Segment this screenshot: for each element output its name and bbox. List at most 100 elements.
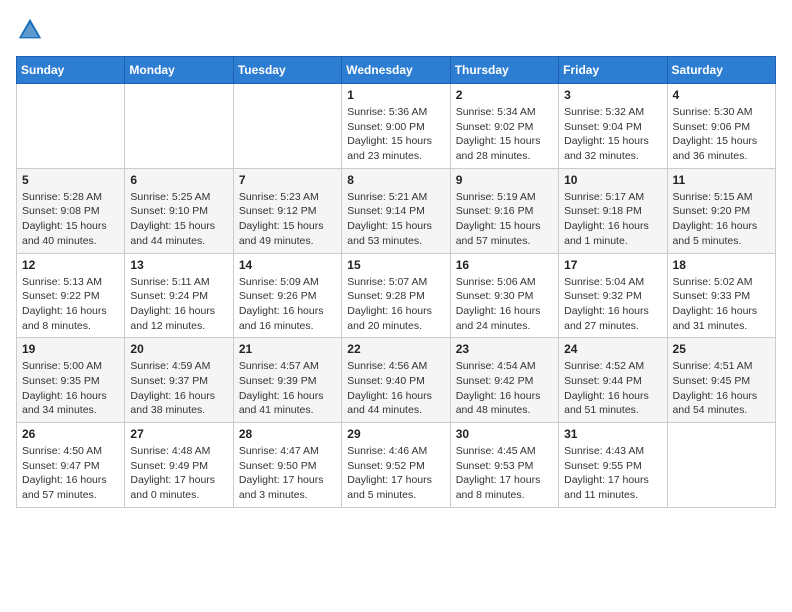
weekday-header: Tuesday [233, 57, 341, 84]
day-number: 5 [22, 173, 119, 187]
day-number: 11 [673, 173, 770, 187]
weekday-row: SundayMondayTuesdayWednesdayThursdayFrid… [17, 57, 776, 84]
weekday-header: Wednesday [342, 57, 450, 84]
day-number: 30 [456, 427, 553, 441]
calendar-cell: 25 Sunrise: 4:51 AMSunset: 9:45 PMDayligh… [667, 338, 775, 423]
day-info: Sunrise: 4:47 AMSunset: 9:50 PMDaylight:… [239, 444, 336, 503]
weekday-header: Friday [559, 57, 667, 84]
day-number: 17 [564, 258, 661, 272]
calendar: SundayMondayTuesdayWednesdayThursdayFrid… [16, 56, 776, 508]
day-number: 13 [130, 258, 227, 272]
day-info: Sunrise: 5:11 AMSunset: 9:24 PMDaylight:… [130, 275, 227, 334]
calendar-cell: 12 Sunrise: 5:13 AMSunset: 9:22 PMDayligh… [17, 253, 125, 338]
calendar-cell: 19Sunrise: 5:00 AMSunset: 9:35 PMDayligh… [17, 338, 125, 423]
day-number: 25 [673, 342, 770, 356]
day-number: 15 [347, 258, 444, 272]
calendar-cell: 7Sunrise: 5:23 AMSunset: 9:12 PMDaylight… [233, 168, 341, 253]
calendar-cell: 2 Sunrise: 5:34 AMSunset: 9:02 PMDaylight… [450, 84, 558, 169]
day-number: 16 [456, 258, 553, 272]
calendar-week-row: 1 Sunrise: 5:36 AMSunset: 9:00 PMDaylight… [17, 84, 776, 169]
calendar-header: SundayMondayTuesdayWednesdayThursdayFrid… [17, 57, 776, 84]
day-number: 1 [347, 88, 444, 102]
calendar-cell: 9 Sunrise: 5:19 AMSunset: 9:16 PMDaylight… [450, 168, 558, 253]
calendar-cell: 29 Sunrise: 4:46 AMSunset: 9:52 PMDayligh… [342, 423, 450, 508]
day-info: Sunrise: 5:30 AMSunset: 9:06 PMDaylight:… [673, 105, 770, 164]
calendar-cell: 11 Sunrise: 5:15 AMSunset: 9:20 PMDayligh… [667, 168, 775, 253]
day-number: 14 [239, 258, 336, 272]
day-info: Sunrise: 4:43 AMSunset: 9:55 PMDaylight:… [564, 444, 661, 503]
page-header [16, 16, 776, 44]
calendar-cell [667, 423, 775, 508]
day-number: 3 [564, 88, 661, 102]
day-number: 8 [347, 173, 444, 187]
day-number: 24 [564, 342, 661, 356]
calendar-cell [233, 84, 341, 169]
day-number: 28 [239, 427, 336, 441]
day-number: 19 [22, 342, 119, 356]
day-info: Sunrise: 4:56 AMSunset: 9:40 PMDaylight:… [347, 359, 444, 418]
day-info: Sunrise: 4:57 AMSunset: 9:39 PMDaylight:… [239, 359, 336, 418]
calendar-cell: 15 Sunrise: 5:07 AMSunset: 9:28 PMDayligh… [342, 253, 450, 338]
day-info: Sunrise: 5:19 AMSunset: 9:16 PMDaylight:… [456, 190, 553, 249]
calendar-body: 1 Sunrise: 5:36 AMSunset: 9:00 PMDaylight… [17, 84, 776, 508]
calendar-cell: 14 Sunrise: 5:09 AMSunset: 9:26 PMDayligh… [233, 253, 341, 338]
day-info: Sunrise: 4:46 AMSunset: 9:52 PMDaylight:… [347, 444, 444, 503]
calendar-cell: 6Sunrise: 5:25 AMSunset: 9:10 PMDaylight… [125, 168, 233, 253]
calendar-week-row: 5 Sunrise: 5:28 AMSunset: 9:08 PMDaylight… [17, 168, 776, 253]
day-info: Sunrise: 4:51 AMSunset: 9:45 PMDaylight:… [673, 359, 770, 418]
day-info: Sunrise: 5:23 AMSunset: 9:12 PMDaylight:… [239, 190, 336, 249]
day-number: 18 [673, 258, 770, 272]
logo-icon [16, 16, 44, 44]
day-info: Sunrise: 5:21 AMSunset: 9:14 PMDaylight:… [347, 190, 444, 249]
calendar-cell: 23 Sunrise: 4:54 AMSunset: 9:42 PMDayligh… [450, 338, 558, 423]
day-number: 12 [22, 258, 119, 272]
weekday-header: Saturday [667, 57, 775, 84]
day-number: 2 [456, 88, 553, 102]
day-number: 21 [239, 342, 336, 356]
day-info: Sunrise: 4:59 AMSunset: 9:37 PMDaylight:… [130, 359, 227, 418]
calendar-cell: 27Sunrise: 4:48 AMSunset: 9:49 PMDayligh… [125, 423, 233, 508]
day-number: 10 [564, 173, 661, 187]
day-info: Sunrise: 5:09 AMSunset: 9:26 PMDaylight:… [239, 275, 336, 334]
day-info: Sunrise: 5:13 AMSunset: 9:22 PMDaylight:… [22, 275, 119, 334]
calendar-cell: 21 Sunrise: 4:57 AMSunset: 9:39 PMDayligh… [233, 338, 341, 423]
calendar-cell: 22 Sunrise: 4:56 AMSunset: 9:40 PMDayligh… [342, 338, 450, 423]
day-info: Sunrise: 5:06 AMSunset: 9:30 PMDaylight:… [456, 275, 553, 334]
day-info: Sunrise: 4:50 AMSunset: 9:47 PMDaylight:… [22, 444, 119, 503]
calendar-week-row: 26Sunrise: 4:50 AMSunset: 9:47 PMDayligh… [17, 423, 776, 508]
calendar-cell: 28 Sunrise: 4:47 AMSunset: 9:50 PMDayligh… [233, 423, 341, 508]
day-info: Sunrise: 5:28 AMSunset: 9:08 PMDaylight:… [22, 190, 119, 249]
day-info: Sunrise: 5:07 AMSunset: 9:28 PMDaylight:… [347, 275, 444, 334]
day-info: Sunrise: 5:36 AMSunset: 9:00 PMDaylight:… [347, 105, 444, 164]
calendar-cell: 18 Sunrise: 5:02 AMSunset: 9:33 PMDayligh… [667, 253, 775, 338]
calendar-cell: 20 Sunrise: 4:59 AMSunset: 9:37 PMDayligh… [125, 338, 233, 423]
calendar-cell [125, 84, 233, 169]
day-info: Sunrise: 5:15 AMSunset: 9:20 PMDaylight:… [673, 190, 770, 249]
day-number: 22 [347, 342, 444, 356]
day-number: 9 [456, 173, 553, 187]
weekday-header: Monday [125, 57, 233, 84]
calendar-cell: 1 Sunrise: 5:36 AMSunset: 9:00 PMDaylight… [342, 84, 450, 169]
day-info: Sunrise: 4:54 AMSunset: 9:42 PMDaylight:… [456, 359, 553, 418]
calendar-cell: 24 Sunrise: 4:52 AMSunset: 9:44 PMDayligh… [559, 338, 667, 423]
day-number: 20 [130, 342, 227, 356]
calendar-cell: 13 Sunrise: 5:11 AMSunset: 9:24 PMDayligh… [125, 253, 233, 338]
day-info: Sunrise: 5:17 AMSunset: 9:18 PMDaylight:… [564, 190, 661, 249]
day-info: Sunrise: 5:04 AMSunset: 9:32 PMDaylight:… [564, 275, 661, 334]
calendar-cell: 10 Sunrise: 5:17 AMSunset: 9:18 PMDayligh… [559, 168, 667, 253]
day-number: 6 [130, 173, 227, 187]
day-number: 4 [673, 88, 770, 102]
day-number: 31 [564, 427, 661, 441]
logo [16, 16, 48, 44]
day-info: Sunrise: 4:52 AMSunset: 9:44 PMDaylight:… [564, 359, 661, 418]
weekday-header: Sunday [17, 57, 125, 84]
day-info: Sunrise: 5:02 AMSunset: 9:33 PMDaylight:… [673, 275, 770, 334]
day-info: Sunrise: 5:34 AMSunset: 9:02 PMDaylight:… [456, 105, 553, 164]
day-info: Sunrise: 4:45 AMSunset: 9:53 PMDaylight:… [456, 444, 553, 503]
day-number: 23 [456, 342, 553, 356]
weekday-header: Thursday [450, 57, 558, 84]
calendar-cell: 30 Sunrise: 4:45 AMSunset: 9:53 PMDayligh… [450, 423, 558, 508]
day-info: Sunrise: 5:32 AMSunset: 9:04 PMDaylight:… [564, 105, 661, 164]
calendar-cell: 5 Sunrise: 5:28 AMSunset: 9:08 PMDaylight… [17, 168, 125, 253]
day-number: 29 [347, 427, 444, 441]
